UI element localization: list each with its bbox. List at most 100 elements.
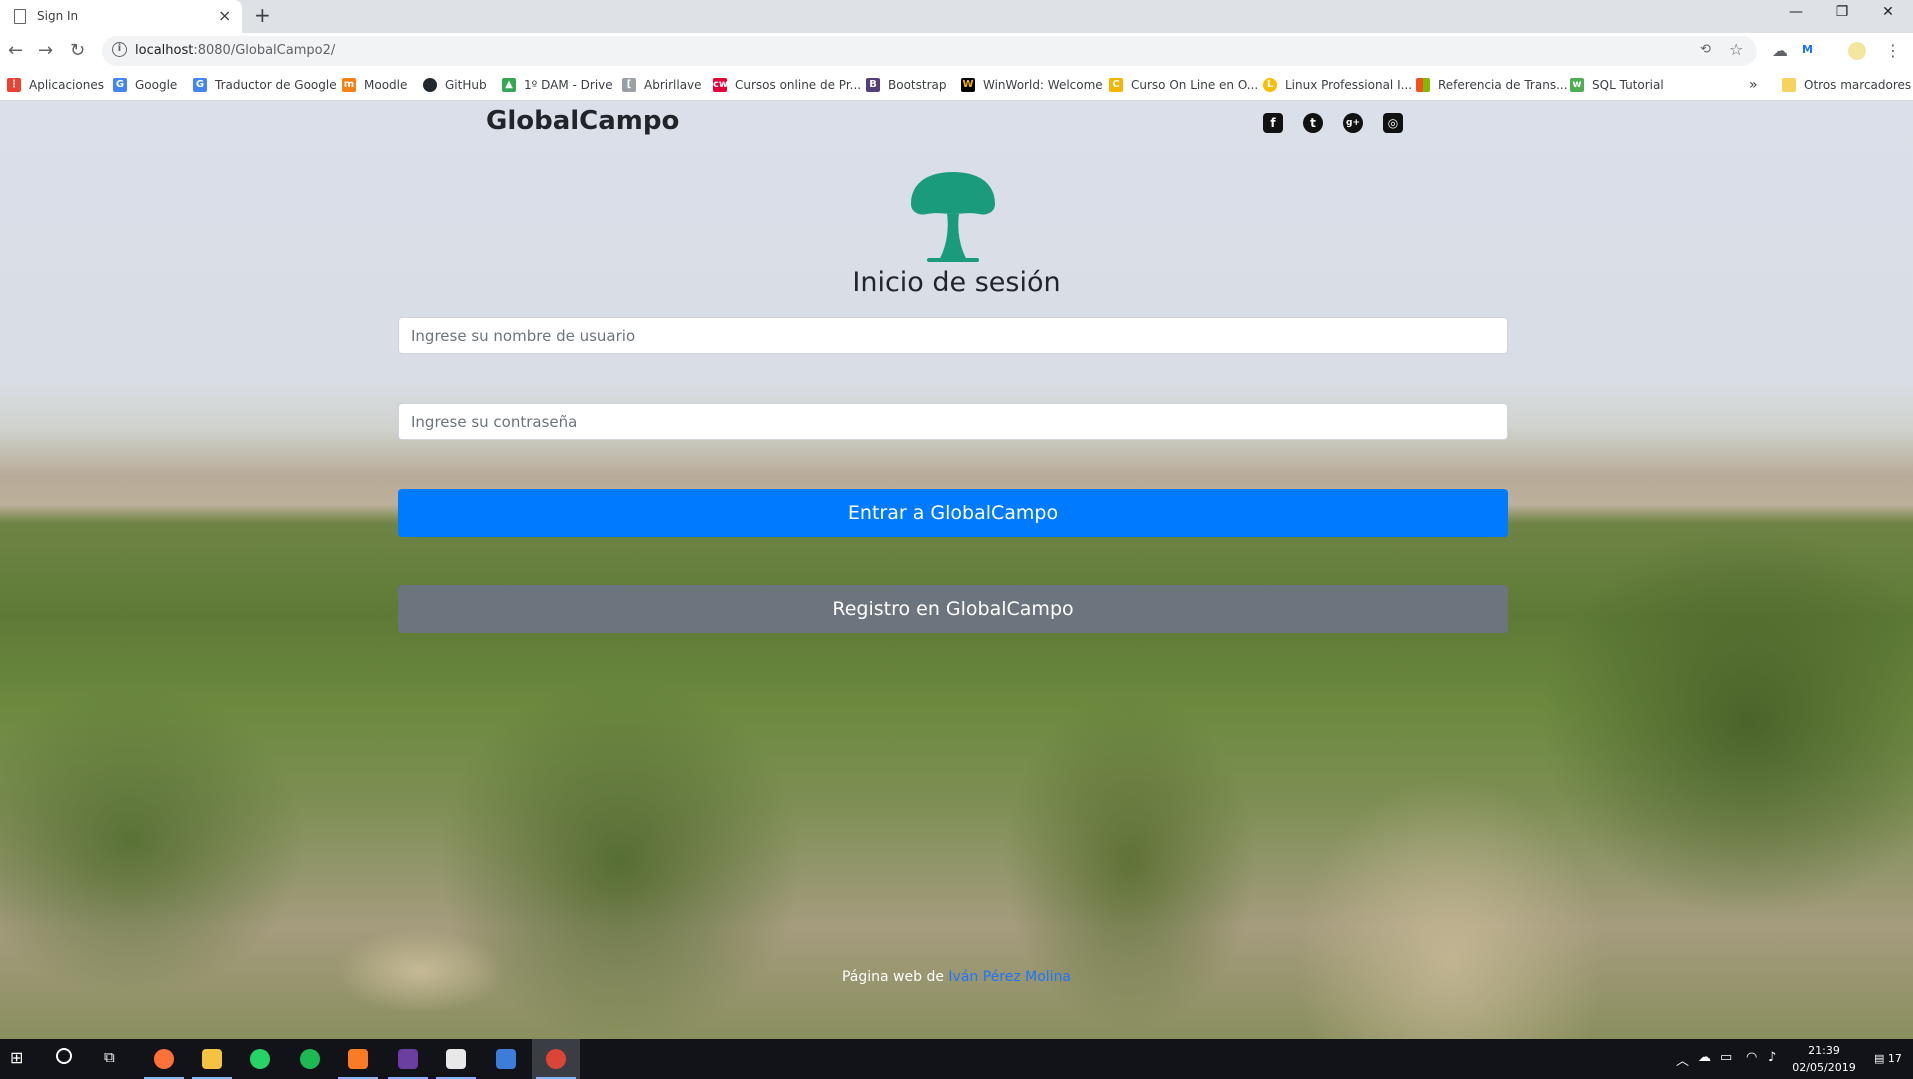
abrirllave-icon: [: [622, 78, 636, 92]
reload-icon[interactable]: ↻: [70, 40, 85, 61]
whatsapp-icon: [250, 1049, 270, 1069]
bookmark-label: Cursos online de Pr...: [735, 78, 862, 92]
tab-bar: Sign In × + — ❐ ✕: [0, 0, 1913, 33]
taskbar-app-dev-tool[interactable]: [432, 1039, 480, 1079]
bookmark-item[interactable]: [Abrirllave: [622, 75, 702, 95]
windows-start-icon[interactable]: ⊞: [10, 1048, 23, 1067]
back-icon[interactable]: ←: [8, 40, 23, 61]
forward-icon[interactable]: →: [38, 40, 53, 61]
new-tab-button[interactable]: +: [254, 3, 271, 27]
page-icon: [14, 9, 26, 24]
clock-date: 02/05/2019: [1792, 1061, 1856, 1074]
notifications-icon[interactable]: ▤ 17: [1874, 1052, 1902, 1065]
facebook-icon[interactable]: f: [1263, 113, 1283, 133]
bookmark-item[interactable]: m Moodle: [342, 75, 407, 95]
info-icon[interactable]: i: [112, 42, 127, 57]
notification-count: 17: [1887, 1052, 1902, 1065]
register-button[interactable]: Registro en GlobalCampo: [398, 585, 1508, 633]
bookmark-label: Linux Professional I...: [1285, 78, 1413, 92]
restore-button[interactable]: ❐: [1832, 4, 1852, 20]
bookmark-item[interactable]: GitHub: [423, 75, 487, 95]
username-input[interactable]: [398, 317, 1508, 354]
bookmark-item[interactable]: W WinWorld: Welcome: [961, 75, 1103, 95]
bookmark-label: Curso On Line en O...: [1131, 78, 1259, 92]
extension-m-icon[interactable]: M: [1802, 43, 1813, 56]
bookmark-item[interactable]: cw Cursos online de Pr...: [713, 75, 861, 95]
bookmark-label: WinWorld: Welcome: [983, 78, 1103, 92]
footer: Página web de Iván Pérez Molina: [0, 969, 1913, 985]
extension-cloud-icon[interactable]: ☁: [1772, 41, 1788, 60]
github-icon: [423, 78, 437, 92]
dev-tool-icon: [446, 1049, 466, 1069]
taskbar-app-firefox[interactable]: [140, 1039, 188, 1079]
tab-title: Sign In: [37, 9, 79, 23]
translate-page-icon[interactable]: ⟲: [1700, 42, 1711, 57]
firefox-icon: [154, 1049, 174, 1069]
bookmark-label: Bootstrap: [888, 78, 947, 92]
onedrive-icon[interactable]: ☁: [1698, 1050, 1711, 1065]
taskbar-app-chrome[interactable]: [532, 1039, 580, 1079]
author-link[interactable]: Iván Pérez Molina: [948, 969, 1071, 985]
taskbar-app-whatsapp[interactable]: [236, 1039, 284, 1079]
login-button[interactable]: Entrar a GlobalCampo: [398, 489, 1508, 537]
menu-icon[interactable]: ⋮: [1885, 41, 1901, 60]
close-window-button[interactable]: ✕: [1878, 4, 1898, 20]
other-bookmarks-folder[interactable]: Otros marcadores: [1782, 75, 1911, 95]
bookmarks-overflow-button[interactable]: »: [1749, 75, 1758, 95]
taskbar-app-explorer[interactable]: [188, 1039, 236, 1079]
bookmark-item[interactable]: Referencia de Trans...: [1416, 75, 1568, 95]
password-input[interactable]: [398, 403, 1508, 440]
bookmark-item[interactable]: ▲ 1º DAM - Drive: [502, 75, 613, 95]
profile-avatar[interactable]: [1848, 42, 1866, 60]
address-bar[interactable]: i localhost:8080/GlobalCampo2/ ⟲ ☆: [102, 36, 1757, 66]
bookmark-item[interactable]: C Curso On Line en O...: [1109, 75, 1258, 95]
minimize-button[interactable]: —: [1786, 4, 1806, 20]
w3schools-icon: w: [1570, 78, 1584, 92]
wifi-icon[interactable]: ◠: [1746, 1050, 1757, 1065]
page-content: GlobalCampo f t g+ ◎ Inicio de sesión En…: [0, 101, 1913, 1039]
xampp-icon: [348, 1049, 368, 1069]
footer-text: Página web de: [841, 969, 949, 985]
taskbar-app-spotify[interactable]: [286, 1039, 334, 1079]
cursos-icon: cw: [713, 78, 729, 92]
clock[interactable]: 21:39 02/05/2019: [1792, 1042, 1856, 1076]
google-icon: G: [113, 78, 127, 92]
bootstrap-icon: B: [866, 78, 880, 92]
url-host: localhost: [135, 43, 194, 58]
task-view-icon[interactable]: ⧉: [104, 1048, 115, 1066]
taskbar-app-game[interactable]: [384, 1039, 432, 1079]
show-hidden-icons-icon[interactable]: ︿: [1676, 1050, 1689, 1069]
bookmark-label: Referencia de Trans...: [1438, 78, 1568, 92]
bookmark-item[interactable]: ⋮ Aplicaciones: [7, 75, 104, 95]
bookmark-item[interactable]: G Traductor de Google: [193, 75, 337, 95]
tab-sign-in[interactable]: Sign In ×: [0, 0, 242, 33]
taskbar-app-virtualbox[interactable]: [482, 1039, 530, 1079]
volume-icon[interactable]: ♪: [1768, 1050, 1776, 1065]
taskbar: ⊞ ⧉ ︿ ☁ ▭ ◠ ♪ 21:39 02/05/2019 ▤ 17: [0, 1039, 1913, 1079]
tree-logo-icon: [911, 172, 995, 262]
bookmark-label: Moodle: [364, 78, 408, 92]
spotify-icon: [300, 1049, 320, 1069]
bookmark-item[interactable]: w SQL Tutorial: [1570, 75, 1664, 95]
bookmark-item[interactable]: G Google: [113, 75, 177, 95]
login-heading: Inicio de sesión: [852, 267, 1061, 298]
search-icon[interactable]: [56, 1048, 72, 1064]
close-tab-icon[interactable]: ×: [218, 6, 231, 25]
instagram-icon[interactable]: ◎: [1383, 113, 1403, 133]
google-plus-icon[interactable]: g+: [1343, 113, 1363, 133]
bookmark-label: Traductor de Google: [215, 78, 337, 92]
taskbar-app-xampp[interactable]: [334, 1039, 382, 1079]
twitter-icon[interactable]: t: [1303, 113, 1323, 133]
game-icon: [398, 1049, 418, 1069]
battery-icon[interactable]: ▭: [1720, 1050, 1732, 1065]
apps-grid-icon: ⋮: [7, 78, 21, 92]
other-bookmarks-label: Otros marcadores: [1804, 78, 1912, 92]
bookmark-star-icon[interactable]: ☆: [1729, 40, 1743, 59]
bookmark-item[interactable]: L Linux Professional I...: [1263, 75, 1412, 95]
bookmark-label: Aplicaciones: [29, 78, 104, 92]
brand-title[interactable]: GlobalCampo: [486, 106, 679, 136]
file-explorer-icon: [202, 1049, 222, 1069]
bookmark-item[interactable]: B Bootstrap: [866, 75, 946, 95]
virtualbox-icon: [496, 1049, 516, 1069]
clock-time: 21:39: [1808, 1044, 1840, 1057]
